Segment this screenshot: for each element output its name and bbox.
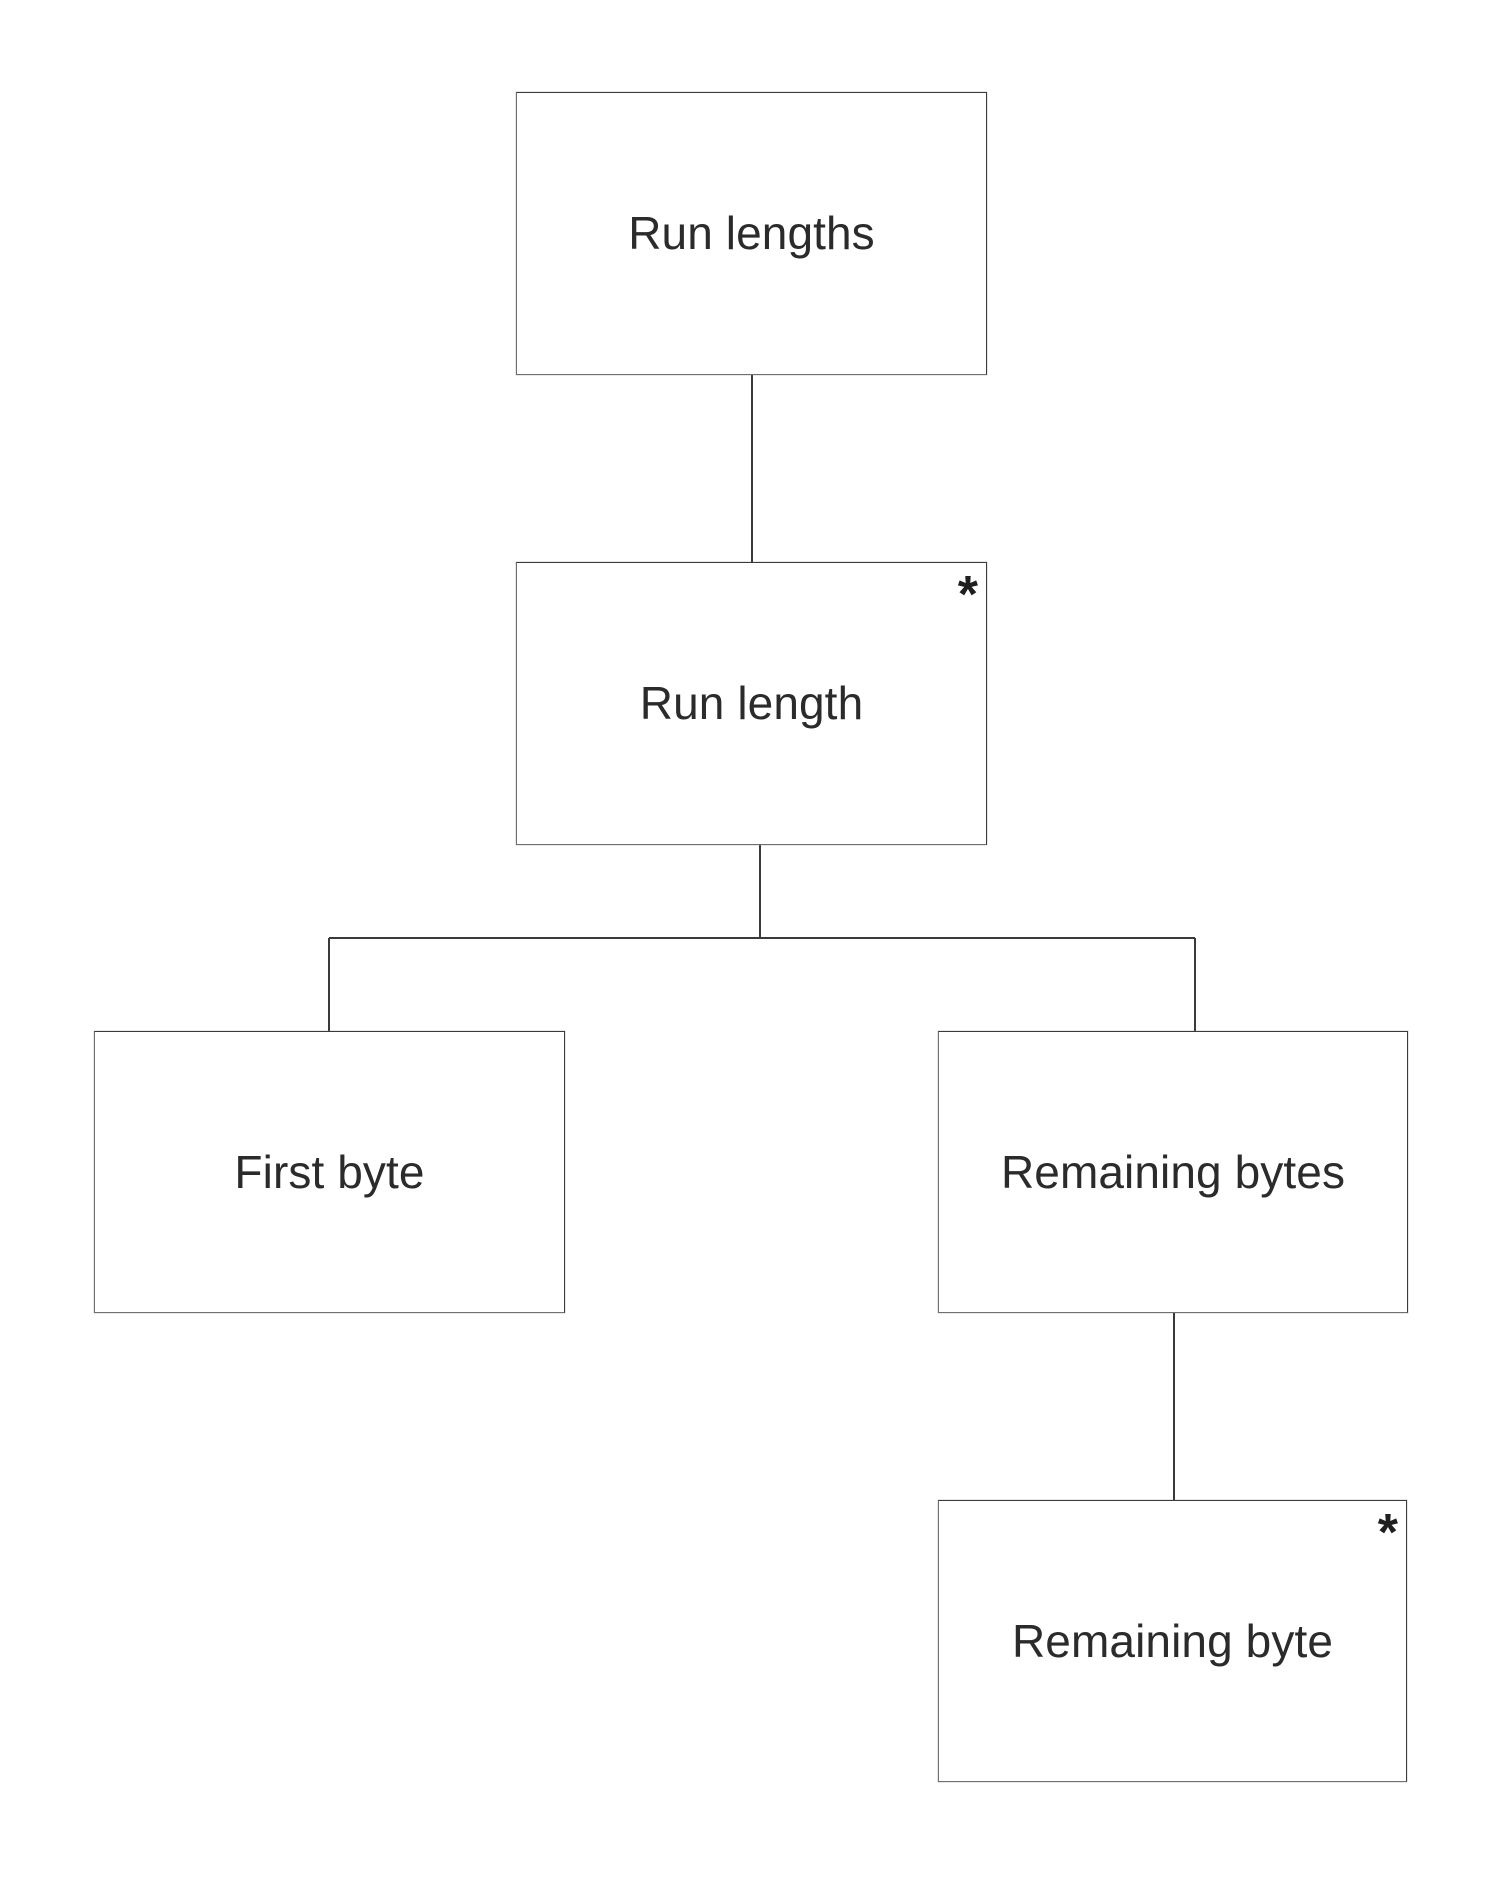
node-remaining-byte[interactable]: * Remaining byte <box>938 1500 1407 1782</box>
multiplicity-asterisk: * <box>957 566 978 624</box>
node-label: Run lengths <box>628 207 875 260</box>
node-label: Run length <box>639 677 864 730</box>
node-first-byte[interactable]: First byte <box>94 1031 565 1313</box>
node-remaining-bytes[interactable]: Remaining bytes <box>938 1031 1408 1313</box>
node-label: Remaining bytes <box>1000 1145 1346 1198</box>
multiplicity-asterisk: * <box>1377 1504 1398 1562</box>
diagram-canvas: Run lengths * Run length First byte Rema… <box>0 0 1500 1877</box>
node-label: First byte <box>234 1145 425 1198</box>
node-run-lengths[interactable]: Run lengths <box>516 92 987 375</box>
node-run-length[interactable]: * Run length <box>516 562 987 845</box>
node-label: Remaining byte <box>1011 1614 1334 1667</box>
